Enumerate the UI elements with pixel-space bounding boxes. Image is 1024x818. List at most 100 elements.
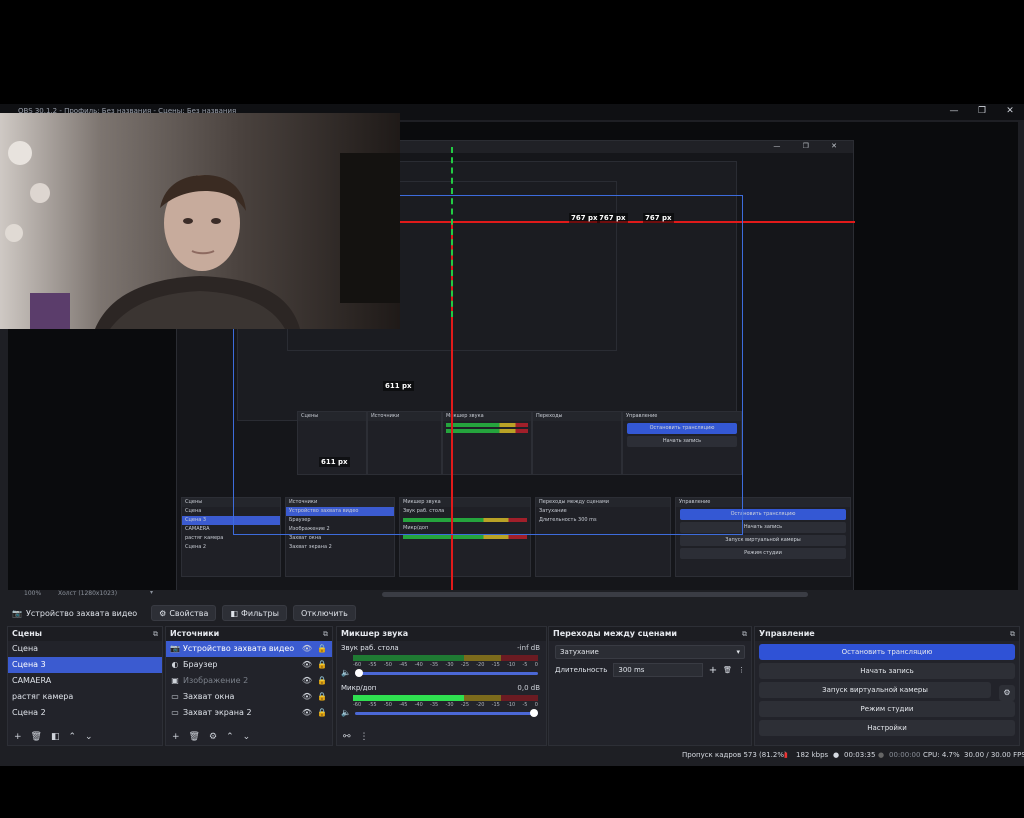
studio-mode-button[interactable]: Режим студии (759, 701, 1015, 717)
scene-item[interactable]: CAMAERA (8, 673, 162, 689)
controls-dock: Управление ⧉ Остановить трансляцию Начать… (754, 626, 1020, 746)
source-item[interactable]: ▭ Захват окна 👁 🔒 (166, 689, 332, 705)
stream-icon: ● (833, 751, 840, 759)
eye-icon[interactable]: 👁 (302, 673, 312, 689)
speaker-icon[interactable]: 🔈 (341, 708, 351, 717)
speaker-icon[interactable]: 🔈 (341, 668, 351, 677)
scene-item[interactable]: Сцена 2 (8, 705, 162, 721)
disable-button[interactable]: Отключить (292, 605, 356, 621)
selected-source-name: Устройство захвата видео (25, 608, 138, 618)
scene-item[interactable]: растяг камера (8, 689, 162, 705)
webcam-image (0, 113, 400, 329)
properties-button[interactable]: ⚙ Свойства (151, 605, 217, 621)
add-icon[interactable]: + (709, 665, 717, 676)
virtual-camera-settings-icon[interactable]: ⚙ (999, 685, 1015, 701)
lock-icon[interactable]: 🔒 (317, 705, 327, 721)
source-item[interactable]: 📷 Устройство захвата видео 👁 🔒 (166, 641, 332, 657)
gear-icon[interactable]: ⚙ (209, 732, 217, 742)
undock-icon[interactable]: ⧉ (742, 627, 747, 641)
source-label: Устройство захвата видео (183, 644, 295, 653)
record-time: 00:00:00 (889, 751, 921, 759)
minimize-icon[interactable]: — (948, 105, 960, 117)
close-icon[interactable]: ✕ (1004, 105, 1016, 117)
undock-icon[interactable]: ⧉ (153, 627, 158, 641)
add-icon[interactable]: + (14, 732, 22, 742)
slider-knob[interactable] (355, 669, 363, 677)
source-item[interactable]: ◐ Браузер 👁 🔒 (166, 657, 332, 673)
camera-icon: 📷 (170, 644, 180, 653)
scale-tick: -20 (476, 702, 485, 708)
add-icon[interactable]: + (172, 732, 180, 742)
chevron-down-icon[interactable]: ⌄ (85, 732, 93, 742)
scene-item[interactable]: Сцена 3 (8, 657, 162, 673)
lock-icon[interactable]: 🔒 (317, 689, 327, 705)
scale-tick: -50 (383, 702, 392, 708)
chevron-up-icon[interactable]: ⌃ (226, 732, 234, 742)
menu-dots-icon[interactable]: ⋮ (360, 732, 369, 742)
scale-tick: 0 (534, 702, 538, 708)
menu-dots-icon[interactable]: ⋮ (738, 666, 745, 674)
scale-tick: -15 (491, 702, 500, 708)
lock-icon[interactable]: 🔒 (317, 673, 327, 689)
source-item[interactable]: ▣ Изображение 2 👁 🔒 (166, 673, 332, 689)
eye-icon[interactable]: 👁 (302, 689, 312, 705)
gear-icon: ⚙ (159, 608, 167, 618)
lock-icon[interactable]: 🔒 (317, 657, 327, 673)
duration-input[interactable]: 300 ms (613, 663, 703, 677)
transition-select[interactable]: Затухание ▾ (555, 645, 745, 659)
stop-stream-button[interactable]: Остановить трансляцию (759, 644, 1015, 660)
scenes-dock: Сцены ⧉ Сцена Сцена 3 CAMAERA растяг камера С… (7, 626, 163, 746)
source-label: Изображение 2 (183, 676, 249, 685)
monitor-icon: ▭ (171, 708, 179, 717)
measure-label-left: 611 px (319, 457, 350, 467)
measure-label-top-mid: 767 px (597, 213, 628, 223)
filter-icon: ◧ (230, 608, 238, 618)
eye-icon[interactable]: 👁 (302, 705, 312, 721)
bitrate-indicator-icon: ▮ (784, 751, 788, 759)
trash-icon[interactable]: 🗑 (723, 666, 732, 674)
controls-title: Управление (759, 629, 815, 638)
lock-icon[interactable]: 🔒 (317, 641, 327, 657)
undock-icon[interactable]: ⧉ (1010, 627, 1015, 641)
measure-label-small: 767 px (569, 213, 600, 223)
link-icon[interactable]: ⚯ (343, 732, 351, 742)
scale-tick: -40 (414, 702, 423, 708)
zoom-dropdown-icon[interactable]: ▾ (150, 589, 153, 596)
chevron-down-icon[interactable]: ⌄ (243, 732, 251, 742)
trash-icon[interactable]: 🗑 (31, 732, 42, 742)
bitrate: 182 kbps (796, 751, 829, 759)
trash-icon[interactable]: 🗑 (189, 732, 200, 742)
scene-item[interactable]: Сцена (8, 641, 162, 657)
source-label: Браузер (183, 660, 218, 669)
scale-tick: -60 (353, 662, 362, 668)
volume-meter (353, 695, 538, 701)
eye-icon[interactable]: 👁 (302, 641, 312, 657)
volume-slider[interactable] (355, 709, 538, 717)
virtual-camera-button[interactable]: Запуск виртуальной камеры (759, 682, 991, 698)
undock-icon[interactable]: ⧉ (323, 627, 328, 641)
zoom-level[interactable]: 100% (24, 590, 41, 597)
maximize-icon[interactable]: ❐ (976, 105, 988, 117)
settings-button[interactable]: Настройки (759, 720, 1015, 736)
slider-knob[interactable] (530, 709, 538, 717)
preview-scrollbar[interactable] (382, 592, 808, 597)
source-item[interactable]: ▭ Захват экрана 2 👁 🔒 (166, 705, 332, 721)
start-record-button[interactable]: Начать запись (759, 663, 1015, 679)
scale-tick: -45 (399, 702, 408, 708)
chevron-up-icon[interactable]: ⌃ (69, 732, 77, 742)
meter-scale: -60 -55 -50 -45 -40 -35 -30 -25 -20 -15 -10 -5 0 (353, 702, 538, 708)
scale-tick: -45 (399, 662, 408, 668)
mixer-title: Микшер звука (341, 629, 409, 638)
scale-tick: -60 (353, 702, 362, 708)
filter-icon[interactable]: ◧ (51, 732, 60, 742)
volume-slider[interactable] (355, 669, 538, 677)
status-bar: Пропуск кадров 573 (81.2%) ▮ 182 kbps ● … (8, 747, 1024, 765)
scale-tick: -40 (414, 662, 423, 668)
filters-button[interactable]: ◧ Фильтры (222, 605, 287, 621)
channel-db: 0,0 dB (517, 684, 540, 692)
zoom-bar: 100% Холст (1280x1023) ▾ (8, 589, 1018, 601)
source-label: Захват экрана 2 (183, 708, 252, 717)
eye-icon[interactable]: 👁 (302, 657, 312, 673)
scale-tick: 0 (534, 662, 538, 668)
measure-label-left-mid: 611 px (383, 381, 414, 391)
